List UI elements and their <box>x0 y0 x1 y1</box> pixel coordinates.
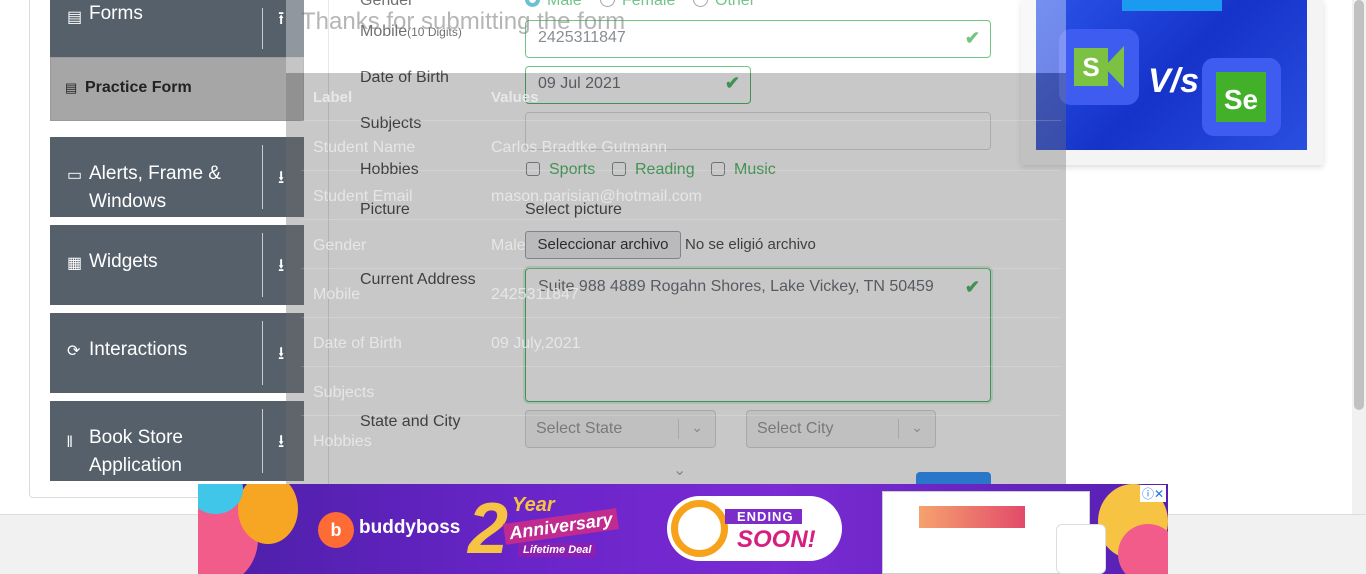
download-icon: ⭳ <box>278 343 285 363</box>
column-header-label: Label <box>313 89 353 106</box>
row-label: Date of Birth <box>313 335 402 352</box>
divider <box>262 409 263 473</box>
ending-text: ENDING <box>725 509 802 524</box>
row-label: Mobile <box>313 286 361 303</box>
nav-group-label: Book Store <box>89 427 183 448</box>
download-icon: ⭳ <box>278 431 285 451</box>
nav-group-label: Windows <box>89 191 167 212</box>
anniversary-number: 2 <box>468 489 509 569</box>
refresh-icon: ⟳ <box>67 343 81 360</box>
nav-group-label: Application <box>89 455 182 476</box>
divider <box>262 145 263 209</box>
nav-group-label: Forms <box>89 3 143 24</box>
modal-title: Thanks for submitting the form <box>301 8 626 35</box>
nav-group-bookstore[interactable]: 𝍪 Book Store Application ⭳ <box>50 401 304 481</box>
divider <box>301 317 1061 318</box>
clock-icon <box>671 500 728 557</box>
selenium-logo: Se <box>1202 58 1281 136</box>
row-label: Hobbies <box>313 433 372 450</box>
row-value: Male <box>491 237 526 254</box>
nav-group-interactions[interactable]: ⟳ Interactions ⭳ <box>50 313 304 393</box>
divider <box>262 233 263 297</box>
se-mark: Se <box>1216 72 1266 122</box>
nav-group-forms[interactable]: ▤ Forms ⭱ <box>50 0 304 57</box>
books-icon: 𝍪 <box>67 434 73 451</box>
nav-item-label: Practice Form <box>85 79 192 96</box>
nav-group-alerts[interactable]: ▭ Alerts, Frame & Windows ⭳ <box>50 137 304 217</box>
divider <box>301 415 1061 416</box>
nav-item-practice-form[interactable]: ▤ Practice Form <box>50 57 304 121</box>
arrow-up-icon: ⭱ <box>278 8 285 28</box>
buddyboss-logo-icon: b <box>318 512 354 548</box>
vs-text: V/s <box>1148 62 1200 100</box>
balloon-decoration <box>238 484 298 544</box>
ad-button[interactable] <box>1122 0 1222 11</box>
nav-group-label: Alerts, Frame & <box>89 163 221 184</box>
k-chevron <box>1104 46 1124 88</box>
divider <box>301 120 1061 121</box>
nav-group-label: Interactions <box>89 339 188 360</box>
column-header-values: Values <box>491 89 539 106</box>
katalon-logo: S <box>1059 29 1139 105</box>
phone-mockup <box>1056 524 1106 574</box>
divider <box>262 321 263 385</box>
divider <box>301 268 1061 269</box>
row-label: Gender <box>313 237 367 254</box>
ad-image[interactable]: S V/s Se <box>1036 0 1307 150</box>
row-label: Student Name <box>313 139 416 156</box>
form-icon: ▤ <box>65 80 78 95</box>
row-label: Student Email <box>313 188 413 205</box>
row-value: 2425311847 <box>491 286 579 303</box>
divider <box>301 366 1061 367</box>
document-icon: ▤ <box>67 9 83 26</box>
ending-soon-badge: ENDING SOON! <box>667 496 842 561</box>
anniversary-year: Year <box>512 494 555 516</box>
widgets-icon: ▦ <box>67 255 83 272</box>
row-value: mason.parisian@hotmail.com <box>491 188 702 205</box>
divider <box>301 219 1061 220</box>
nav-group-widgets[interactable]: ▦ Widgets ⭳ <box>50 225 304 305</box>
window-icon: ▭ <box>67 167 83 184</box>
k-mark: S <box>1074 48 1108 86</box>
row-value: Carlos Bradtke Gutmann <box>491 139 668 156</box>
adchoices-close-icon[interactable]: ⓘ✕ <box>1140 485 1167 502</box>
screenshot-hero <box>919 506 1025 528</box>
divider <box>301 170 1061 171</box>
row-value: 09 July,2021 <box>491 335 581 352</box>
soon-text: SOON! <box>737 526 816 553</box>
modal-overlay <box>286 73 1066 486</box>
scrollbar[interactable] <box>1352 0 1366 514</box>
scrollbar-thumb[interactable] <box>1354 0 1364 410</box>
nav-group-label: Widgets <box>89 251 158 272</box>
download-icon: ⭳ <box>278 255 285 275</box>
ad-banner[interactable]: b buddyboss 2 Year Anniversary Lifetime … <box>198 484 1168 574</box>
download-icon: ⭳ <box>278 167 285 187</box>
divider <box>262 8 263 49</box>
brand-name: buddyboss <box>359 517 461 538</box>
row-label: Subjects <box>313 384 375 401</box>
lifetime-deal-text: Lifetime Deal <box>518 543 597 557</box>
